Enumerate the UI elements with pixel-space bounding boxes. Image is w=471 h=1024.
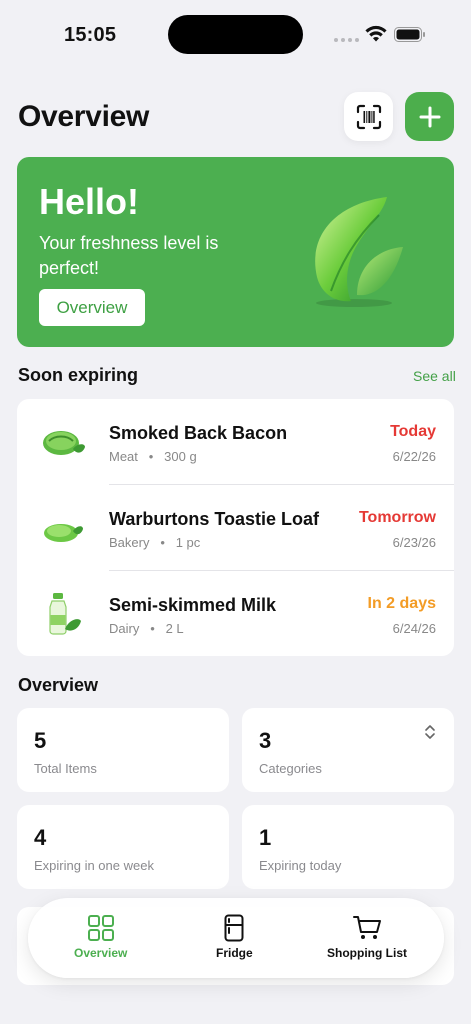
plus-icon bbox=[419, 106, 440, 127]
stat-label: Total Items bbox=[34, 761, 97, 776]
freshness-message: Your freshness level is perfect! bbox=[39, 233, 219, 278]
item-name: Semi-skimmed Milk bbox=[109, 595, 277, 615]
leaf-icon bbox=[315, 197, 403, 307]
stat-value: 5 bbox=[34, 728, 47, 753]
stat-label: Expiring today bbox=[259, 858, 342, 873]
tab-label: Fridge bbox=[216, 946, 253, 960]
stat-label: Categories bbox=[259, 761, 322, 776]
cellular-signal-icon bbox=[334, 38, 359, 42]
scan-barcode-button[interactable] bbox=[344, 92, 393, 141]
item-quantity: 300 g bbox=[164, 449, 197, 464]
chevron-up-down-icon[interactable] bbox=[424, 724, 436, 740]
grid-icon bbox=[87, 915, 114, 941]
greeting-title: Hello! bbox=[39, 181, 140, 222]
item-category: Bakery bbox=[109, 535, 150, 550]
status-time: 15:05 bbox=[64, 24, 117, 46]
expiry-status: Tomorrow bbox=[358, 509, 436, 526]
expiring-list: Smoked Back Bacon Meat • 300 g Today 6/2… bbox=[17, 399, 454, 656]
page-title: Overview bbox=[18, 100, 150, 133]
stat-expiring-week[interactable]: 4 Expiring in one week bbox=[17, 805, 229, 889]
stat-label: Expiring in one week bbox=[34, 858, 154, 873]
battery-icon bbox=[394, 27, 425, 42]
stat-value: 4 bbox=[34, 825, 47, 850]
item-meta: Meat • 300 g bbox=[109, 449, 197, 464]
item-quantity: 1 pc bbox=[175, 535, 201, 550]
expiry-date: 6/23/26 bbox=[392, 535, 436, 550]
wifi-icon bbox=[365, 25, 387, 42]
expiry-date: 6/24/26 bbox=[392, 621, 436, 636]
see-all-link[interactable]: See all bbox=[413, 368, 456, 384]
item-quantity: 2 L bbox=[165, 621, 184, 636]
item-meta: Dairy • 2 L bbox=[109, 621, 184, 636]
tab-shopping-list[interactable]: Shopping List bbox=[327, 914, 407, 960]
expiry-date: 6/22/26 bbox=[392, 449, 436, 464]
add-item-button[interactable] bbox=[405, 92, 454, 141]
list-item[interactable]: Semi-skimmed Milk Dairy • 2 L In 2 days … bbox=[17, 571, 454, 657]
barcode-scan-icon bbox=[356, 104, 381, 129]
tab-overview[interactable]: Overview bbox=[74, 914, 127, 960]
dynamic-island bbox=[168, 15, 303, 54]
stat-total-items[interactable]: 5 Total Items bbox=[17, 708, 229, 792]
stat-value: 1 bbox=[259, 825, 272, 850]
item-name: Warburtons Toastie Loaf bbox=[109, 509, 320, 529]
tab-bar: Overview Fridge Shopping List bbox=[28, 898, 444, 978]
meat-icon bbox=[43, 431, 85, 455]
item-category: Dairy bbox=[109, 621, 140, 636]
overview-button[interactable]: Overview bbox=[39, 289, 145, 326]
cart-icon bbox=[353, 916, 381, 939]
tab-label: Shopping List bbox=[327, 946, 407, 960]
status-bar: 15:05 bbox=[0, 0, 471, 70]
bread-icon bbox=[44, 524, 83, 542]
list-item[interactable]: Warburtons Toastie Loaf Bakery • 1 pc To… bbox=[17, 485, 454, 571]
tab-fridge[interactable]: Fridge bbox=[216, 914, 253, 960]
stat-categories[interactable]: 3 Categories bbox=[242, 708, 454, 792]
stat-expiring-today[interactable]: 1 Expiring today bbox=[242, 805, 454, 889]
tab-label: Overview bbox=[74, 946, 128, 960]
list-item[interactable]: Smoked Back Bacon Meat • 300 g Today 6/2… bbox=[17, 399, 454, 485]
overview-section-title: Overview bbox=[18, 675, 99, 695]
item-category: Meat bbox=[109, 449, 138, 464]
expiry-status: Today bbox=[390, 423, 436, 440]
fridge-icon bbox=[224, 914, 244, 942]
stat-value: 3 bbox=[259, 728, 272, 753]
milk-icon bbox=[49, 593, 81, 635]
item-name: Smoked Back Bacon bbox=[109, 423, 288, 443]
item-meta: Bakery • 1 pc bbox=[109, 535, 201, 550]
expiry-status: In 2 days bbox=[367, 595, 436, 612]
soon-expiring-title: Soon expiring bbox=[18, 365, 139, 385]
freshness-banner: Hello! Your freshness level is perfect! … bbox=[17, 157, 454, 347]
